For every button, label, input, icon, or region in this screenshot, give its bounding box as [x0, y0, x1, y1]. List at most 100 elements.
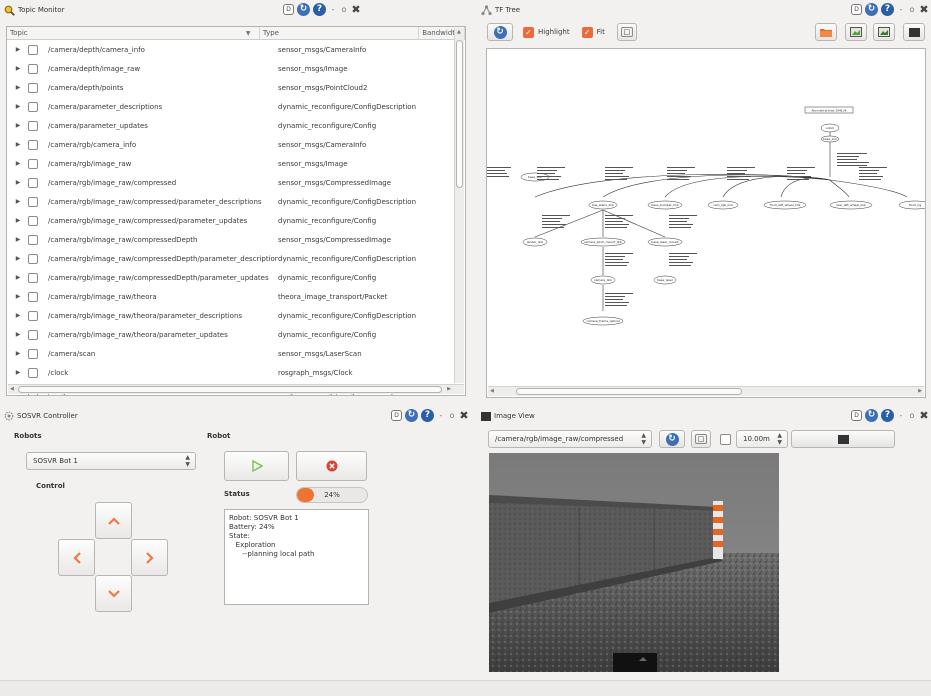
scroll-left-icon[interactable]: ◀ — [10, 386, 14, 392]
topic-checkbox[interactable] — [28, 253, 38, 264]
table-row[interactable]: ▶ /clock rosgraph_msgs/Clock — [7, 363, 455, 382]
fit-view-button[interactable]: □ — [616, 23, 637, 41]
topic-checkbox[interactable] — [28, 120, 38, 131]
float-button[interactable]: o — [908, 411, 916, 420]
expand-arrow-icon[interactable]: ▶ — [11, 350, 25, 357]
topic-checkbox[interactable] — [28, 82, 38, 93]
column-header-type[interactable]: Type ▼ — [246, 27, 420, 39]
expand-arrow-icon[interactable]: ▶ — [11, 369, 25, 376]
scroll-left-icon[interactable]: ◀ — [490, 388, 494, 394]
topic-checkbox[interactable] — [28, 196, 38, 207]
vertical-scrollbar[interactable]: ▲ — [454, 28, 464, 383]
table-row[interactable]: ▶ /camera/rgb/image_raw/compressedDepth/p… — [7, 249, 455, 268]
topic-checkbox[interactable] — [28, 63, 38, 74]
save-dot-button[interactable] — [845, 23, 867, 41]
expand-arrow-icon[interactable]: ▶ — [11, 46, 25, 53]
turn-right-button[interactable] — [131, 539, 168, 576]
topic-checkbox[interactable] — [28, 44, 38, 55]
camera-image[interactable] — [489, 453, 779, 672]
topic-checkbox[interactable] — [28, 291, 38, 302]
table-row[interactable]: ▶ /camera/rgb/image_raw/compressedDepth/p… — [7, 268, 455, 287]
topic-checkbox[interactable] — [28, 310, 38, 321]
table-row[interactable]: ▶ /camera/rgb/image_raw sensor_msgs/Image — [7, 154, 455, 173]
table-row[interactable]: ▶ /camera/rgb/image_raw/theora theora_imag… — [7, 287, 455, 306]
expand-arrow-icon[interactable]: ▶ — [11, 141, 25, 148]
screenshot-button[interactable] — [903, 23, 925, 41]
topic-checkbox[interactable] — [28, 139, 38, 150]
fit-checkbox[interactable]: ✓ — [581, 26, 593, 38]
topic-checkbox[interactable] — [28, 101, 38, 112]
table-row[interactable]: ▶ /camera/rgb/image_raw/compressedDepth se… — [7, 230, 455, 249]
help-icon[interactable]: ? — [421, 409, 434, 422]
save-image-button[interactable] — [791, 430, 895, 448]
fit-image-button[interactable]: □ — [691, 430, 711, 448]
tf-refresh-button[interactable]: ↻ — [487, 23, 513, 41]
scrollbar-thumb[interactable] — [516, 388, 742, 395]
horizontal-scrollbar[interactable]: ◀ ▶ — [488, 386, 924, 396]
scroll-right-icon[interactable]: ▶ — [447, 386, 451, 392]
image-topic-select[interactable]: /camera/rgb/image_raw/compressed ▲ ▼ — [488, 430, 652, 448]
float-button[interactable]: o — [448, 411, 456, 420]
image-refresh-button[interactable]: ↻ — [659, 430, 685, 448]
table-row[interactable]: ▶ /camera/rgb/image_raw/compressed/parame… — [7, 211, 455, 230]
open-file-button[interactable] — [815, 23, 837, 41]
expand-arrow-icon[interactable]: ▶ — [11, 160, 25, 167]
range-spinbox[interactable]: 10.00m ▲ ▼ — [736, 430, 788, 448]
expand-arrow-icon[interactable]: ▶ — [11, 312, 25, 319]
topic-checkbox[interactable] — [28, 234, 38, 245]
topic-checkbox[interactable] — [28, 329, 38, 340]
horizontal-scrollbar[interactable]: ◀ ▶ — [8, 384, 464, 394]
expand-arrow-icon[interactable]: ▶ — [11, 236, 25, 243]
expand-arrow-icon[interactable]: ▶ — [11, 122, 25, 129]
robot-select[interactable]: SOSVR Bot 1 ▲ ▼ — [26, 452, 196, 470]
expand-arrow-icon[interactable]: ▶ — [11, 179, 25, 186]
expand-arrow-icon[interactable]: ▶ — [11, 217, 25, 224]
table-row[interactable]: ▶ /camera/depth/points sensor_msgs/PointCl… — [7, 78, 455, 97]
highlight-checkbox[interactable]: ✓ — [523, 26, 534, 38]
table-row[interactable]: ▶ /camera/parameter_descriptions dynamic_r… — [7, 97, 455, 116]
tf-graph[interactable]: Recorded at time: 2948.24 odom base_link… — [487, 49, 926, 398]
close-icon[interactable]: ✖ — [351, 3, 361, 16]
minimize-button[interactable]: - — [437, 411, 445, 420]
scrollbar-thumb[interactable] — [18, 386, 442, 393]
expand-arrow-icon[interactable]: ▶ — [11, 274, 25, 281]
close-icon[interactable]: ✖ — [919, 409, 929, 422]
refresh-icon[interactable]: ↻ — [297, 3, 310, 16]
stop-button[interactable] — [296, 451, 367, 481]
expand-arrow-icon[interactable]: ▶ — [11, 255, 25, 262]
scrollbar-thumb[interactable] — [456, 40, 463, 188]
move-forward-button[interactable] — [95, 502, 132, 539]
expand-arrow-icon[interactable]: ▶ — [11, 331, 25, 338]
topic-checkbox[interactable] — [28, 272, 38, 283]
minimize-button[interactable]: - — [897, 5, 905, 14]
scroll-up-icon[interactable]: ▲ — [457, 29, 461, 35]
table-row[interactable]: ▶ /camera/depth/image_raw sensor_msgs/Imag… — [7, 59, 455, 78]
help-icon[interactable]: ? — [881, 409, 894, 422]
turn-left-button[interactable] — [58, 539, 95, 576]
close-icon[interactable]: ✖ — [459, 409, 469, 422]
topic-checkbox[interactable] — [28, 348, 38, 359]
start-button[interactable] — [224, 451, 289, 481]
table-row[interactable]: ▶ /camera/parameter_updates dynamic_reconf… — [7, 116, 455, 135]
table-row[interactable]: ▶ /camera/rgb/image_raw/theora/parameter_… — [7, 306, 455, 325]
float-button[interactable]: o — [340, 5, 348, 14]
scroll-right-icon[interactable]: ▶ — [918, 388, 922, 394]
dock-button[interactable]: D — [283, 4, 294, 15]
topic-checkbox[interactable] — [28, 177, 38, 188]
expand-arrow-icon[interactable]: ▶ — [11, 103, 25, 110]
tf-graph-canvas[interactable]: Recorded at time: 2948.24 odom base_link… — [486, 48, 926, 398]
dock-button[interactable]: D — [391, 410, 402, 421]
close-icon[interactable]: ✖ — [919, 3, 929, 16]
expand-arrow-icon[interactable]: ▶ — [11, 293, 25, 300]
refresh-icon[interactable]: ↻ — [405, 409, 418, 422]
table-row[interactable]: ▶ /camera/rgb/image_raw/theora/parameter_… — [7, 325, 455, 344]
refresh-icon[interactable]: ↻ — [865, 3, 878, 16]
refresh-icon[interactable]: ↻ — [865, 409, 878, 422]
column-header-topic[interactable]: Topic — [7, 27, 260, 39]
dock-button[interactable]: D — [851, 4, 862, 15]
float-button[interactable]: o — [908, 5, 916, 14]
table-row[interactable]: ▶ /camera/scan sensor_msgs/LaserScan — [7, 344, 455, 363]
table-row[interactable]: ▶ /camera/rgb/camera_info sensor_msgs/Came… — [7, 135, 455, 154]
topic-checkbox[interactable] — [28, 158, 38, 169]
topic-checkbox[interactable] — [28, 367, 38, 378]
